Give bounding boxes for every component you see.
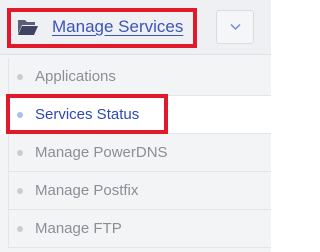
collapse-toggle-button[interactable] bbox=[216, 10, 254, 44]
divider bbox=[8, 172, 9, 210]
menu-item-label: Applications bbox=[35, 68, 116, 85]
divider bbox=[8, 58, 9, 96]
menu-item-label: Manage Postfix bbox=[35, 182, 139, 199]
chevron-down-icon bbox=[230, 23, 241, 31]
menu-item-applications[interactable]: Applications bbox=[0, 58, 271, 96]
menu-item-manage-postfix[interactable]: Manage Postfix bbox=[0, 172, 271, 210]
menu-item-manage-ftp[interactable]: Manage FTP bbox=[0, 210, 271, 248]
divider bbox=[8, 247, 271, 248]
highlight-box-services-status bbox=[6, 94, 168, 134]
bullet-icon bbox=[17, 188, 23, 194]
divider bbox=[8, 210, 9, 248]
divider bbox=[8, 134, 9, 172]
menu-item-manage-powerdns[interactable]: Manage PowerDNS bbox=[0, 134, 271, 172]
bullet-icon bbox=[17, 226, 23, 232]
manage-services-menu: Manage Services Applications Services St… bbox=[0, 0, 271, 252]
bullet-icon bbox=[17, 74, 23, 80]
menu-item-label: Manage PowerDNS bbox=[35, 144, 168, 161]
menu-item-label: Manage FTP bbox=[35, 220, 122, 237]
highlight-box-header bbox=[7, 8, 197, 48]
bullet-icon bbox=[17, 150, 23, 156]
